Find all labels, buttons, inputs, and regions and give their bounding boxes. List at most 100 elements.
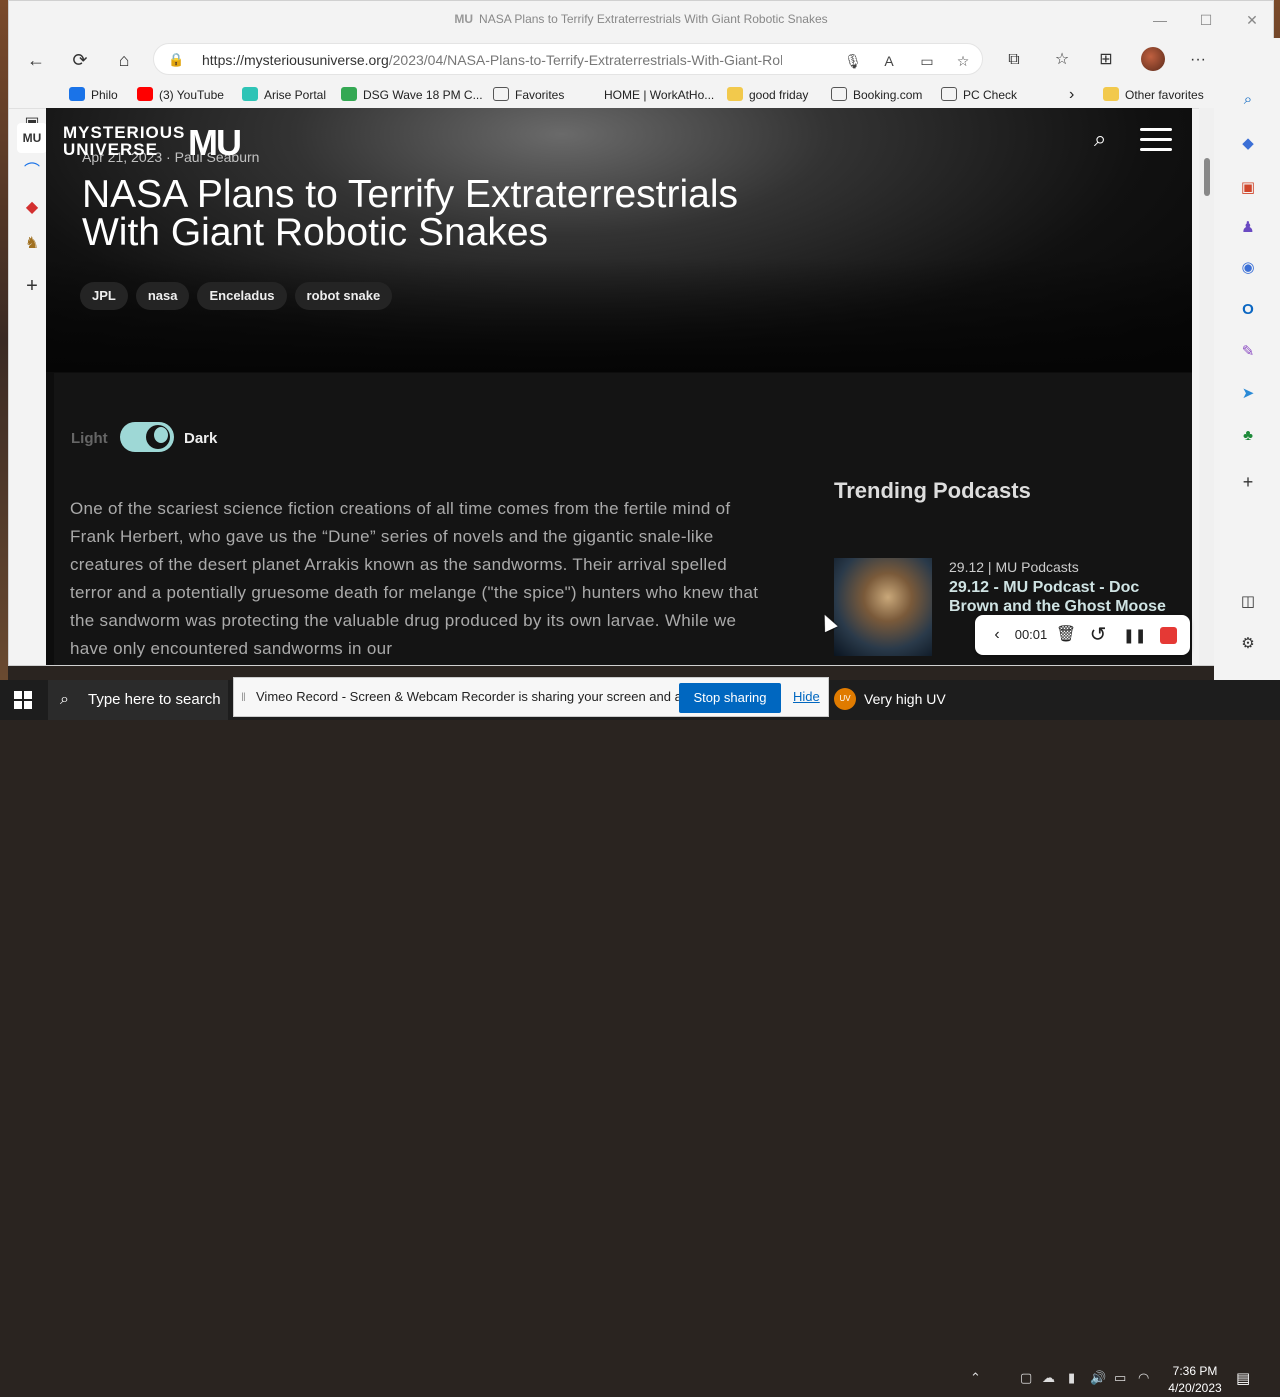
- shopping-tag-icon[interactable]: ◆: [1236, 132, 1260, 156]
- profile-avatar[interactable]: [1141, 47, 1165, 71]
- favorite-label: PC Check: [963, 88, 1017, 102]
- uv-sun-icon: UV: [834, 688, 856, 710]
- address-bar[interactable]: 🔒 https://mysteriousuniverse.org/2023/04…: [153, 43, 983, 75]
- podcast-episode-meta: 29.12 | MU Podcasts: [949, 559, 1079, 575]
- favorite-booking[interactable]: Booking.com: [831, 85, 922, 105]
- back-button[interactable]: ←: [21, 45, 51, 75]
- home-button[interactable]: ⌂: [109, 45, 139, 75]
- podcast-thumbnail[interactable]: [834, 558, 932, 656]
- notifications-icon[interactable]: ▤: [1236, 1369, 1250, 1387]
- office-icon[interactable]: ◉: [1236, 256, 1260, 280]
- favorites-icon[interactable]: ☆: [1047, 45, 1077, 75]
- tab-icon-red[interactable]: ◆: [17, 193, 47, 223]
- add-favorite-icon[interactable]: ☆: [952, 50, 974, 72]
- page-icon: [831, 87, 847, 101]
- site-logo-mark[interactable]: MU: [188, 122, 240, 164]
- drag-grip-icon[interactable]: ‖: [241, 690, 246, 704]
- tools-icon[interactable]: ▣: [1236, 176, 1260, 200]
- hide-link[interactable]: Hide: [793, 689, 820, 704]
- favorite-label: HOME | WorkAtHo...: [604, 88, 714, 102]
- stop-recording-button[interactable]: [1160, 627, 1177, 644]
- add-sidebar-app-icon[interactable]: +: [1236, 470, 1260, 494]
- refresh-button[interactable]: ⟳: [65, 45, 95, 75]
- favorite-dsg-wave[interactable]: DSG Wave 18 PM C...: [341, 85, 483, 105]
- show-hidden-icons-chevron-icon[interactable]: ⌃: [970, 1370, 981, 1386]
- pause-icon[interactable]: ❚❚: [1123, 624, 1145, 646]
- site-logo[interactable]: MYSTERIOUSUNIVERSE: [63, 124, 185, 158]
- volume-icon[interactable]: 🔊: [1090, 1370, 1106, 1386]
- site-favicon-icon: MU: [454, 12, 473, 26]
- theme-dark-label[interactable]: Dark: [184, 430, 217, 447]
- edge-sidebar: ⌕ ◆ ▣ ♟ ◉ O ✎ ➤ ♣ + ◫ ⚙: [1214, 38, 1280, 720]
- favorite-good-friday[interactable]: good friday: [727, 85, 808, 105]
- tag-jpl[interactable]: JPL: [80, 282, 128, 310]
- tag-enceladus[interactable]: Enceladus: [197, 282, 286, 310]
- collapse-chevron-icon[interactable]: ‹: [989, 624, 1005, 646]
- extensions-icon[interactable]: ⧉: [999, 45, 1029, 75]
- tag-nasa[interactable]: nasa: [136, 282, 190, 310]
- url-text[interactable]: https://mysteriousuniverse.org/2023/04/N…: [202, 52, 782, 68]
- recording-timer: 00:01: [1011, 624, 1051, 646]
- onedrive-icon[interactable]: ☁: [1042, 1370, 1055, 1386]
- outlook-icon[interactable]: O: [1236, 298, 1260, 322]
- wifi-icon[interactable]: ◠: [1138, 1370, 1149, 1386]
- favorite-youtube[interactable]: (3) YouTube: [137, 85, 224, 105]
- new-tab-plus-icon[interactable]: +: [17, 271, 47, 301]
- meet-now-icon[interactable]: ▢: [1020, 1370, 1032, 1386]
- battery-icon[interactable]: ▭: [1114, 1370, 1126, 1386]
- designer-icon[interactable]: ✎: [1236, 340, 1260, 364]
- folder-icon: [1103, 87, 1119, 101]
- minimize-button[interactable]: —: [1145, 7, 1175, 33]
- maximize-button[interactable]: ☐: [1191, 7, 1221, 33]
- taskbar-search-box[interactable]: ⌕Type here to search: [48, 680, 228, 720]
- search-icon: ⌕: [60, 680, 69, 720]
- article-headline: NASA Plans to Terrify Extraterrestrials …: [82, 176, 802, 252]
- desktop-background-left: [0, 0, 8, 680]
- tag-robot-snake[interactable]: robot snake: [295, 282, 393, 310]
- send-icon[interactable]: ➤: [1236, 382, 1260, 406]
- more-icon[interactable]: ···: [1183, 45, 1213, 75]
- site-search-icon[interactable]: ⌕: [1094, 126, 1106, 152]
- scrollbar-thumb[interactable]: [1204, 158, 1210, 196]
- menu-hamburger-icon[interactable]: [1140, 128, 1172, 152]
- theme-light-label[interactable]: Light: [71, 430, 108, 447]
- favorites-overflow-chevron-icon[interactable]: ›: [1069, 85, 1074, 105]
- other-favorites[interactable]: Other favorites: [1103, 85, 1204, 105]
- restart-icon[interactable]: ↺: [1087, 624, 1109, 646]
- tab-icon-blue[interactable]: ⌒: [17, 157, 47, 187]
- favorite-arise-portal[interactable]: Arise Portal: [242, 85, 326, 105]
- stop-sharing-button[interactable]: Stop sharing: [679, 683, 781, 713]
- sharing-message: Vimeo Record - Screen & Webcam Recorder …: [256, 689, 710, 704]
- theme-toggle[interactable]: [120, 422, 174, 452]
- games-icon[interactable]: ♟: [1236, 216, 1260, 240]
- window-title-text: NASA Plans to Terrify Extraterrestrials …: [479, 12, 828, 26]
- folder-icon: [727, 87, 743, 101]
- favorite-pc-check[interactable]: PC Check: [941, 85, 1017, 105]
- settings-gear-icon[interactable]: ⚙: [1236, 632, 1260, 656]
- microphone-icon[interactable]: 🎙: [842, 50, 864, 72]
- taskbar-clock[interactable]: 7:36 PM4/20/2023: [1160, 1363, 1230, 1397]
- tree-icon[interactable]: ♣: [1236, 424, 1260, 448]
- favorites-bar: Philo (3) YouTube Arise Portal DSG Wave …: [9, 81, 1273, 109]
- hide-sidebar-icon[interactable]: ◫: [1236, 590, 1260, 614]
- collections-icon[interactable]: ⊞: [1091, 45, 1121, 75]
- windows-start-icon[interactable]: [14, 691, 32, 709]
- favorite-home-workatho[interactable]: HOME | WorkAtHo...: [582, 85, 714, 105]
- search-icon[interactable]: ⌕: [1236, 88, 1260, 112]
- read-aloud-icon[interactable]: A: [878, 50, 900, 72]
- favorite-label: (3) YouTube: [159, 88, 224, 102]
- immersive-reader-icon[interactable]: ▭: [916, 50, 938, 72]
- page-scrollbar[interactable]: [1199, 108, 1214, 665]
- favorite-philo[interactable]: Philo: [69, 85, 118, 105]
- recording-controls: ‹ 00:01 🗑 ↺ ❚❚: [975, 615, 1190, 655]
- lock-icon[interactable]: 🔒: [168, 52, 184, 68]
- close-button[interactable]: ✕: [1237, 7, 1267, 33]
- drive-icon: [341, 87, 357, 101]
- favorite-favorites[interactable]: Favorites: [493, 85, 564, 105]
- screen-sharing-notice: ‖ Vimeo Record - Screen & Webcam Recorde…: [233, 677, 829, 717]
- microphone-tray-icon[interactable]: ▮: [1068, 1370, 1075, 1386]
- delete-icon[interactable]: 🗑: [1055, 624, 1077, 646]
- tab-icon-game[interactable]: ♞: [17, 229, 47, 259]
- tab-mysterious-universe[interactable]: MU: [17, 123, 47, 153]
- podcast-title[interactable]: 29.12 - MU Podcast - Doc Brown and the G…: [949, 578, 1189, 616]
